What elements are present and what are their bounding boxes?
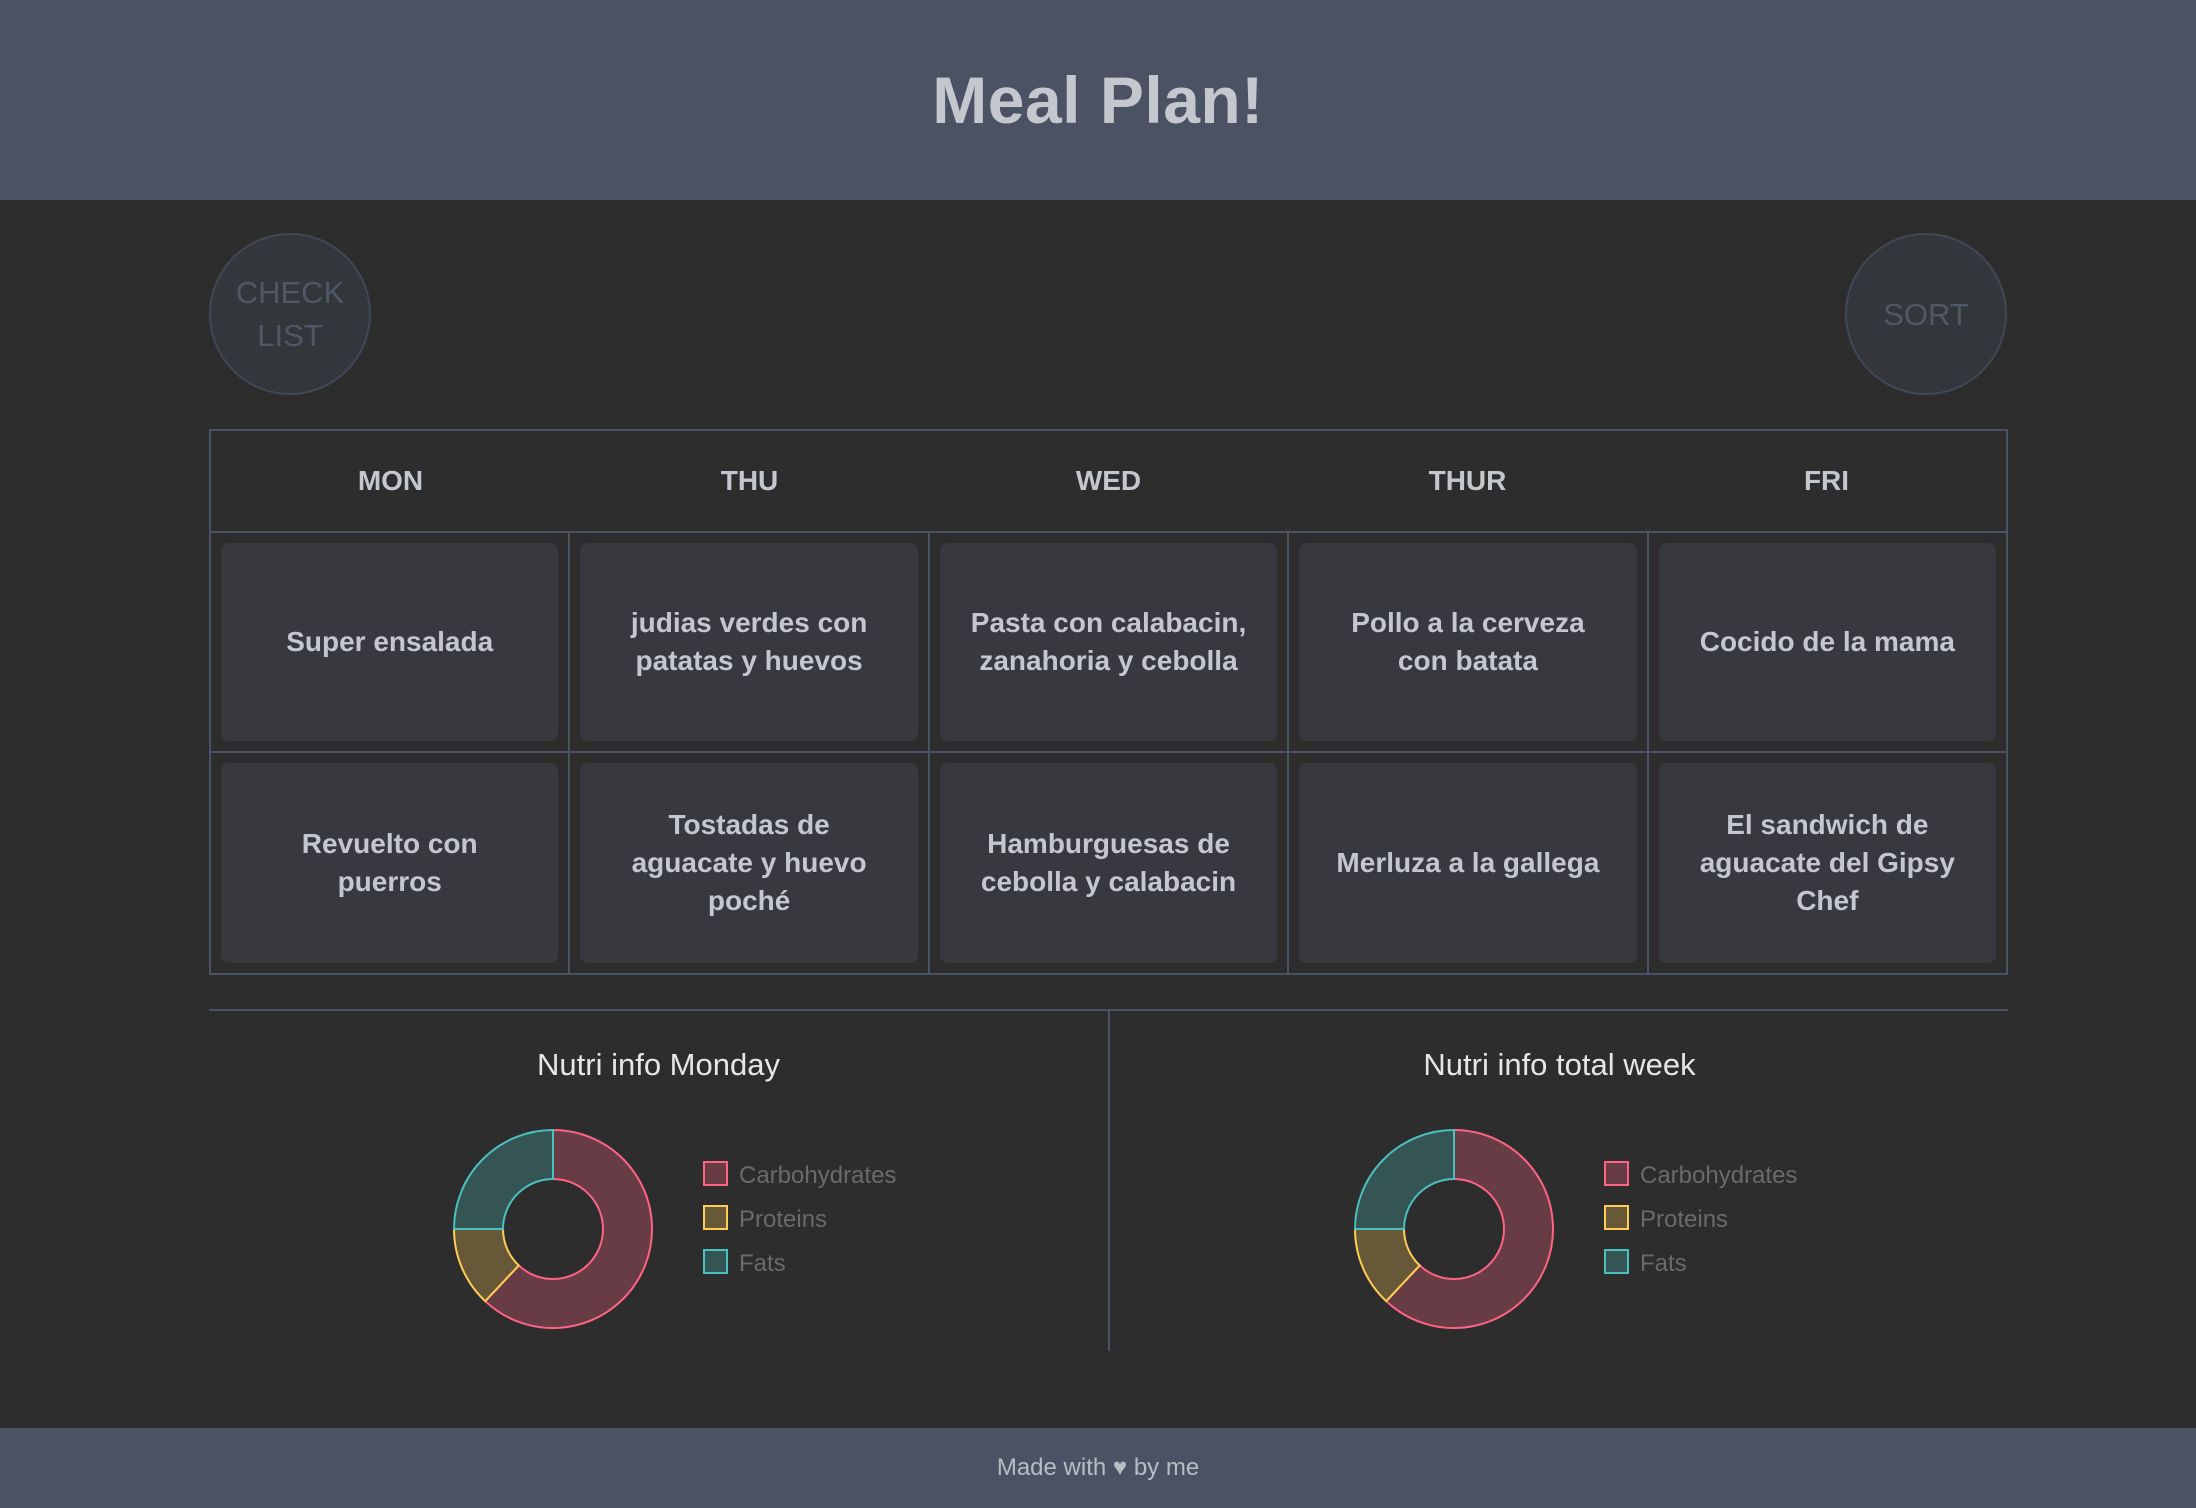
- sort-button[interactable]: SORT: [1845, 233, 2007, 395]
- meal-cell: Merluza a la gallega: [1289, 753, 1649, 973]
- chart-panel-week: Nutri info total week Carbohydrates Prote…: [1110, 1011, 2009, 1351]
- meal-plan-table: MON THU WED THUR FRI Super ensalada judi…: [209, 429, 2008, 975]
- legend-label-proteins[interactable]: Proteins: [739, 1206, 827, 1233]
- meal-cell: Revuelto con puerros: [211, 753, 571, 973]
- day-header-fri: FRI: [1803, 465, 1850, 496]
- meal-card[interactable]: judias verdes con patatas y huevos: [580, 543, 918, 741]
- meal-card[interactable]: Cocido de la mama: [1658, 543, 1997, 741]
- meal-card[interactable]: Merluza a la gallega: [1299, 763, 1637, 963]
- legend-swatch-proteins[interactable]: [703, 1205, 728, 1230]
- day-header-thur: THUR: [1428, 465, 1507, 496]
- meal-card[interactable]: Pollo a la cerveza con batata: [1299, 543, 1637, 741]
- heart-icon: ♥: [1112, 1454, 1128, 1481]
- meal-card[interactable]: El sandwich de aguacate del Gipsy Chef: [1658, 763, 1997, 963]
- meal-row-1: Super ensalada judias verdes con patatas…: [211, 533, 2006, 753]
- chart-panel-monday: Nutri info Monday Carbohydrates Proteins F…: [209, 1011, 1108, 1351]
- legend-swatch-carbohydrates[interactable]: [1604, 1161, 1629, 1186]
- meal-card[interactable]: Tostadas de aguacate y huevo poché: [580, 763, 918, 963]
- day-header-mon: MON: [357, 465, 424, 496]
- meal-cell: El sandwich de aguacate del Gipsy Chef: [1649, 753, 2006, 973]
- legend-swatch-proteins[interactable]: [1604, 1205, 1629, 1230]
- page-title: Meal Plan!: [932, 63, 1264, 137]
- donut-chart-week: Carbohydrates Proteins Fats: [1353, 1128, 1797, 1329]
- meal-cell: Pasta con calabacin, zanahoria y cebolla: [930, 533, 1290, 751]
- check-list-label: CHECK LIST: [235, 275, 345, 353]
- donut-slice-fats[interactable]: [452, 1128, 554, 1230]
- legend-label-carbohydrates[interactable]: Carbohydrates: [1640, 1162, 1797, 1189]
- legend-label-proteins[interactable]: Proteins: [1640, 1206, 1728, 1233]
- meal-cell: Hamburguesas de cebolla y calabacin: [930, 753, 1290, 973]
- footer-text-before: Made with: [996, 1454, 1107, 1481]
- legend-swatch-carbohydrates[interactable]: [703, 1161, 728, 1186]
- meal-cell: Tostadas de aguacate y huevo poché: [570, 753, 930, 973]
- legend-label-carbohydrates[interactable]: Carbohydrates: [739, 1162, 896, 1189]
- meal-card[interactable]: Pasta con calabacin, zanahoria y cebolla: [939, 543, 1278, 741]
- meal-card[interactable]: Hamburguesas de cebolla y calabacin: [939, 763, 1278, 963]
- meal-card[interactable]: Revuelto con puerros: [221, 763, 559, 963]
- meal-row-2: Revuelto con puerros Tostadas de aguacat…: [211, 753, 2006, 973]
- footer-text-after: by me: [1133, 1454, 1200, 1481]
- chart-title-monday: Nutri info Monday: [537, 1047, 780, 1082]
- meal-cell: Pollo a la cerveza con batata: [1289, 533, 1649, 751]
- day-header-row: MON THU WED THUR FRI: [211, 431, 2006, 533]
- meal-cell: Super ensalada: [211, 533, 571, 751]
- legend-swatch-fats[interactable]: [1604, 1249, 1629, 1274]
- app-footer: Made with ♥ by me: [0, 1428, 2196, 1508]
- meal-cell: judias verdes con patatas y huevos: [570, 533, 930, 751]
- donut-chart-monday: Carbohydrates Proteins Fats: [452, 1128, 896, 1329]
- legend-label-fats[interactable]: Fats: [739, 1250, 786, 1277]
- legend-label-fats[interactable]: Fats: [1640, 1250, 1687, 1277]
- app-header: Meal Plan!: [0, 0, 2196, 200]
- meal-card[interactable]: Super ensalada: [221, 543, 559, 741]
- nutrition-charts: Nutri info Monday Carbohydrates Proteins F…: [209, 1009, 2009, 1351]
- donut-slice-fats[interactable]: [1353, 1128, 1455, 1230]
- day-header-wed: WED: [1075, 465, 1142, 496]
- sort-label: SORT: [1883, 296, 1969, 332]
- meal-cell: Cocido de la mama: [1649, 533, 2006, 751]
- chart-title-week: Nutri info total week: [1423, 1047, 1696, 1082]
- check-list-button[interactable]: CHECK LIST: [209, 233, 371, 395]
- legend-swatch-fats[interactable]: [703, 1249, 728, 1274]
- day-header-thu: THU: [720, 465, 779, 496]
